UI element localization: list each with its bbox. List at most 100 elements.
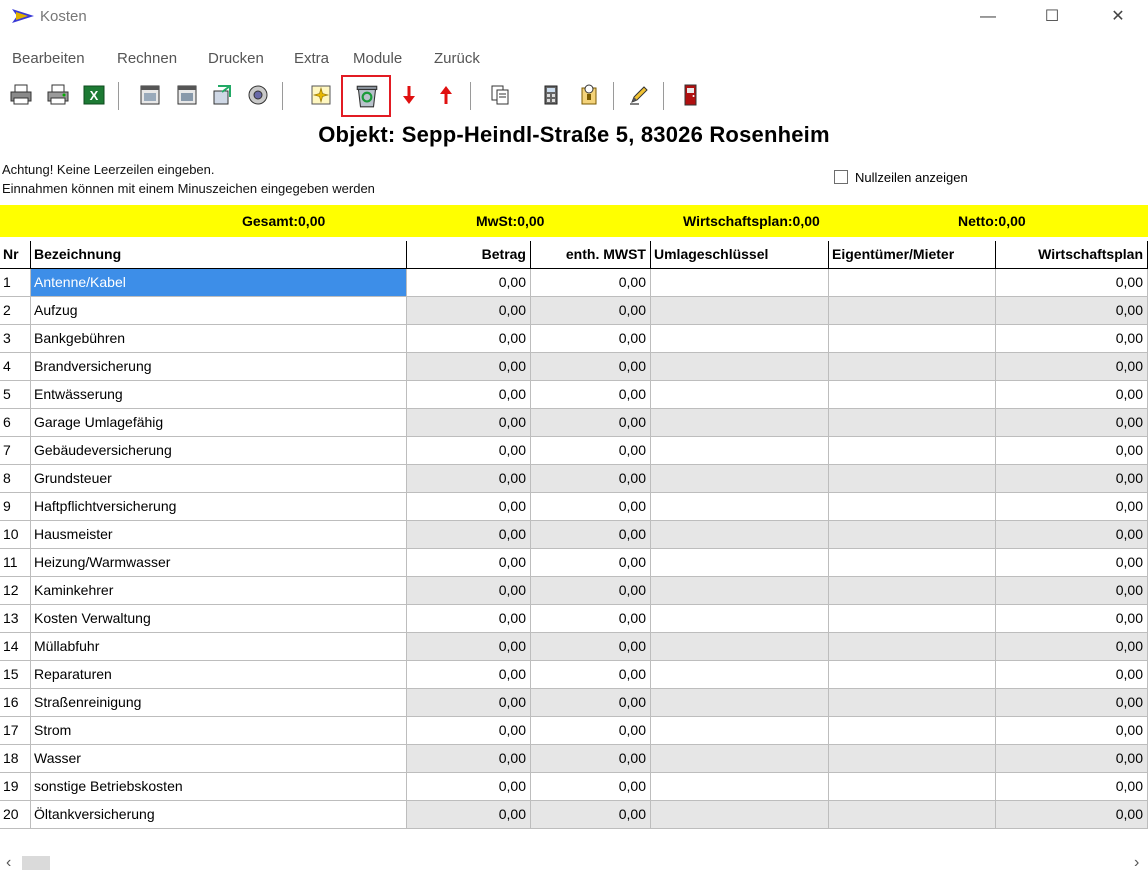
- cell-bezeichnung[interactable]: Entwässerung: [31, 381, 407, 409]
- printer-icon[interactable]: [6, 80, 36, 110]
- scrollbar-thumb[interactable]: [22, 856, 50, 870]
- table-row[interactable]: 12 Kaminkehrer 0,00 0,00 0,00: [0, 577, 1148, 605]
- cell-wirtschaftsplan[interactable]: 0,00: [996, 605, 1148, 633]
- menu-zurueck[interactable]: Zurück: [434, 50, 480, 67]
- cell-betrag[interactable]: 0,00: [407, 353, 531, 381]
- cell-umlageschluessel[interactable]: [651, 297, 829, 325]
- cell-mwst[interactable]: 0,00: [531, 661, 651, 689]
- cell-umlageschluessel[interactable]: [651, 605, 829, 633]
- cell-mwst[interactable]: 0,00: [531, 493, 651, 521]
- table-row[interactable]: 8 Grundsteuer 0,00 0,00 0,00: [0, 465, 1148, 493]
- excel-icon[interactable]: X: [79, 80, 109, 110]
- menu-rechnen[interactable]: Rechnen: [117, 50, 177, 67]
- cell-wirtschaftsplan[interactable]: 0,00: [996, 325, 1148, 353]
- cell-wirtschaftsplan[interactable]: 0,00: [996, 465, 1148, 493]
- cell-eigentuemer[interactable]: [829, 689, 996, 717]
- menu-extra[interactable]: Extra: [294, 50, 329, 67]
- table-row[interactable]: 6 Garage Umlagefähig 0,00 0,00 0,00: [0, 409, 1148, 437]
- cell-wirtschaftsplan[interactable]: 0,00: [996, 437, 1148, 465]
- table-row[interactable]: 20 Öltankversicherung 0,00 0,00 0,00: [0, 801, 1148, 829]
- cell-betrag[interactable]: 0,00: [407, 269, 531, 297]
- cell-betrag[interactable]: 0,00: [407, 577, 531, 605]
- table-row[interactable]: 14 Müllabfuhr 0,00 0,00 0,00: [0, 633, 1148, 661]
- cell-bezeichnung[interactable]: Heizung/Warmwasser: [31, 549, 407, 577]
- cell-wirtschaftsplan[interactable]: 0,00: [996, 773, 1148, 801]
- cell-umlageschluessel[interactable]: [651, 773, 829, 801]
- cell-bezeichnung[interactable]: Brandversicherung: [31, 353, 407, 381]
- cell-eigentuemer[interactable]: [829, 661, 996, 689]
- cell-bezeichnung[interactable]: Aufzug: [31, 297, 407, 325]
- cell-eigentuemer[interactable]: [829, 745, 996, 773]
- close-button[interactable]: ✕: [1096, 4, 1140, 30]
- cell-betrag[interactable]: 0,00: [407, 549, 531, 577]
- cell-mwst[interactable]: 0,00: [531, 801, 651, 829]
- cell-eigentuemer[interactable]: [829, 773, 996, 801]
- calculator-icon[interactable]: [536, 80, 566, 110]
- table-row[interactable]: 15 Reparaturen 0,00 0,00 0,00: [0, 661, 1148, 689]
- menu-drucken[interactable]: Drucken: [208, 50, 264, 67]
- cell-eigentuemer[interactable]: [829, 801, 996, 829]
- cell-mwst[interactable]: 0,00: [531, 437, 651, 465]
- cell-umlageschluessel[interactable]: [651, 269, 829, 297]
- cell-wirtschaftsplan[interactable]: 0,00: [996, 633, 1148, 661]
- cell-wirtschaftsplan[interactable]: 0,00: [996, 297, 1148, 325]
- cell-wirtschaftsplan[interactable]: 0,00: [996, 549, 1148, 577]
- scroll-left-icon[interactable]: ‹: [6, 854, 11, 872]
- cell-betrag[interactable]: 0,00: [407, 661, 531, 689]
- cell-mwst[interactable]: 0,00: [531, 269, 651, 297]
- cell-betrag[interactable]: 0,00: [407, 437, 531, 465]
- exit-door-icon[interactable]: [675, 80, 705, 110]
- cell-wirtschaftsplan[interactable]: 0,00: [996, 745, 1148, 773]
- horizontal-scrollbar[interactable]: ‹ ›: [0, 852, 1148, 874]
- cell-eigentuemer[interactable]: [829, 493, 996, 521]
- cell-mwst[interactable]: 0,00: [531, 689, 651, 717]
- cell-bezeichnung[interactable]: Kaminkehrer: [31, 577, 407, 605]
- cell-wirtschaftsplan[interactable]: 0,00: [996, 689, 1148, 717]
- table-row[interactable]: 1 Antenne/Kabel 0,00 0,00 0,00: [0, 269, 1148, 297]
- calendar-alt-icon[interactable]: [172, 80, 202, 110]
- cell-eigentuemer[interactable]: [829, 605, 996, 633]
- calendar-icon[interactable]: [135, 80, 165, 110]
- cell-wirtschaftsplan[interactable]: 0,00: [996, 409, 1148, 437]
- cell-betrag[interactable]: 0,00: [407, 409, 531, 437]
- copy-icon[interactable]: [485, 80, 515, 110]
- cell-umlageschluessel[interactable]: [651, 549, 829, 577]
- cell-eigentuemer[interactable]: [829, 717, 996, 745]
- cell-bezeichnung[interactable]: Strom: [31, 717, 407, 745]
- table-row[interactable]: 9 Haftpflichtversicherung 0,00 0,00 0,00: [0, 493, 1148, 521]
- cell-umlageschluessel[interactable]: [651, 353, 829, 381]
- cell-betrag[interactable]: 0,00: [407, 493, 531, 521]
- cell-bezeichnung[interactable]: Reparaturen: [31, 661, 407, 689]
- scroll-right-icon[interactable]: ›: [1134, 854, 1139, 872]
- cell-eigentuemer[interactable]: [829, 325, 996, 353]
- cell-wirtschaftsplan[interactable]: 0,00: [996, 661, 1148, 689]
- cell-betrag[interactable]: 0,00: [407, 801, 531, 829]
- cell-wirtschaftsplan[interactable]: 0,00: [996, 353, 1148, 381]
- cell-umlageschluessel[interactable]: [651, 437, 829, 465]
- cell-mwst[interactable]: 0,00: [531, 381, 651, 409]
- cell-bezeichnung[interactable]: Müllabfuhr: [31, 633, 407, 661]
- cell-wirtschaftsplan[interactable]: 0,00: [996, 269, 1148, 297]
- key-icon[interactable]: [574, 80, 604, 110]
- menu-bearbeiten[interactable]: Bearbeiten: [12, 50, 85, 67]
- col-header-betrag[interactable]: Betrag: [407, 241, 531, 269]
- cell-umlageschluessel[interactable]: [651, 521, 829, 549]
- minimize-button[interactable]: —: [966, 4, 1010, 30]
- cell-bezeichnung[interactable]: Kosten Verwaltung: [31, 605, 407, 633]
- cell-wirtschaftsplan[interactable]: 0,00: [996, 493, 1148, 521]
- cell-mwst[interactable]: 0,00: [531, 633, 651, 661]
- cell-eigentuemer[interactable]: [829, 465, 996, 493]
- col-header-eigentuemer[interactable]: Eigentümer/Mieter: [829, 241, 996, 269]
- cell-mwst[interactable]: 0,00: [531, 409, 651, 437]
- settings-icon[interactable]: [243, 80, 273, 110]
- table-row[interactable]: 11 Heizung/Warmwasser 0,00 0,00 0,00: [0, 549, 1148, 577]
- cell-betrag[interactable]: 0,00: [407, 521, 531, 549]
- cell-mwst[interactable]: 0,00: [531, 465, 651, 493]
- cell-umlageschluessel[interactable]: [651, 745, 829, 773]
- cell-bezeichnung[interactable]: Antenne/Kabel: [31, 269, 407, 297]
- menu-module[interactable]: Module: [353, 50, 402, 67]
- sparkle-icon[interactable]: [306, 80, 336, 110]
- cell-bezeichnung[interactable]: Haftpflichtversicherung: [31, 493, 407, 521]
- cell-eigentuemer[interactable]: [829, 409, 996, 437]
- cell-betrag[interactable]: 0,00: [407, 465, 531, 493]
